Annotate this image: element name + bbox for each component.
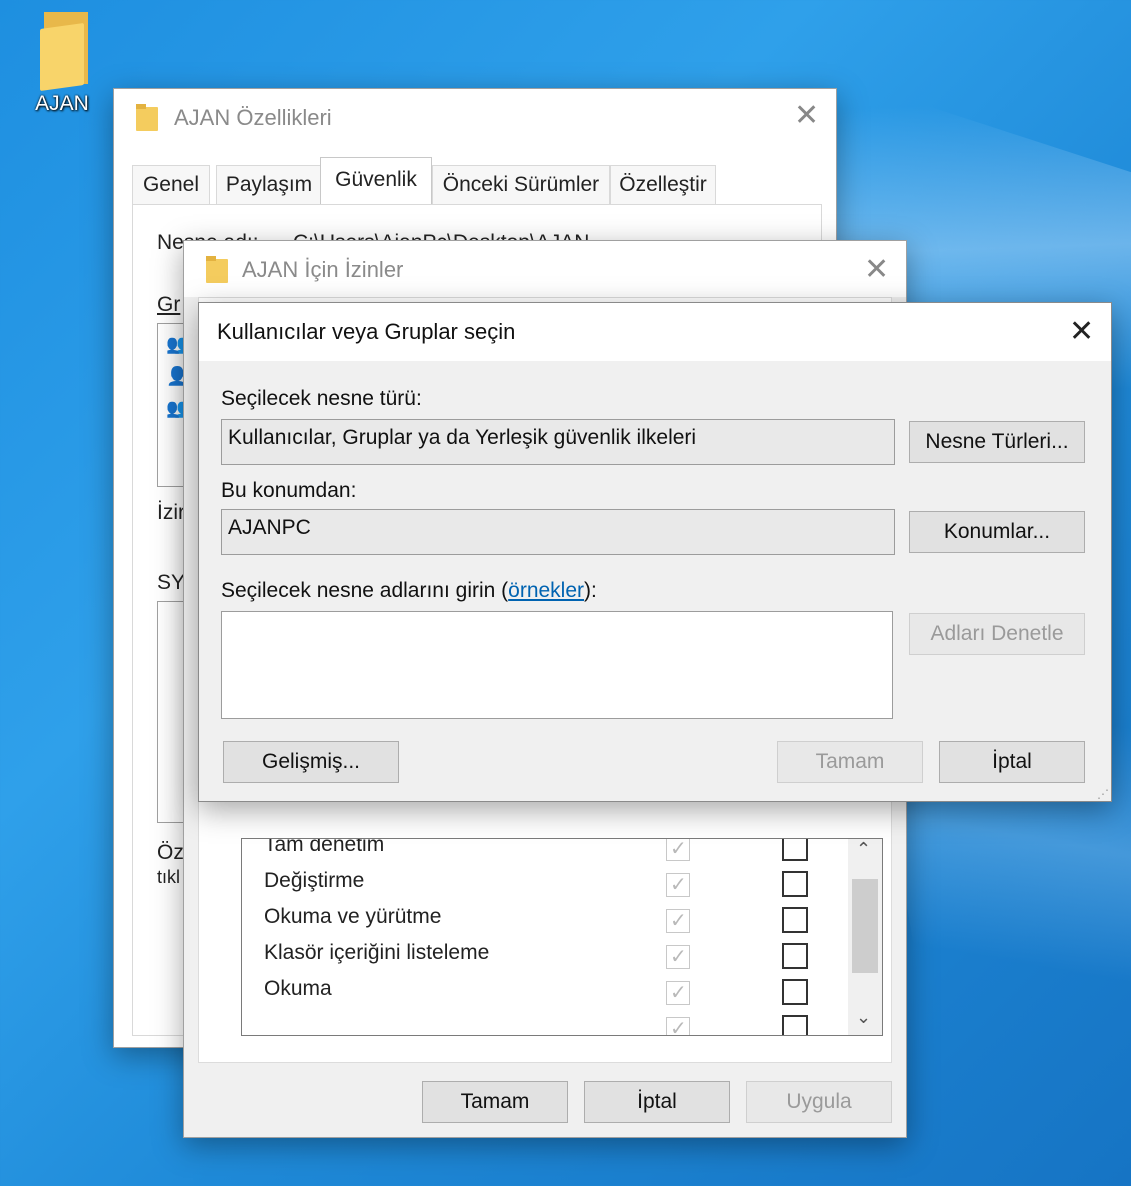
- close-icon[interactable]: ✕: [1069, 317, 1094, 347]
- select-dialog-titlebar[interactable]: Kullanıcılar veya Gruplar seçin ✕: [199, 303, 1111, 361]
- allow-checkbox[interactable]: [666, 980, 690, 1005]
- properties-titlebar[interactable]: AJAN Özellikleri ✕: [114, 89, 836, 143]
- tab-paylasim[interactable]: Paylaşım: [216, 165, 322, 204]
- location-label: Bu konumdan:: [221, 479, 357, 502]
- permission-row: Okuma ve yürütme: [242, 901, 842, 937]
- deny-checkbox[interactable]: [782, 979, 808, 1005]
- allow-checkbox[interactable]: [666, 1016, 690, 1035]
- permission-name: Okuma: [264, 977, 332, 1000]
- allow-checkbox[interactable]: [666, 908, 690, 933]
- select-users-dialog: Kullanıcılar veya Gruplar seçin ✕ Seçile…: [198, 302, 1112, 802]
- permission-row: Klasör içeriğini listeleme: [242, 937, 842, 973]
- permissions-titlebar[interactable]: AJAN İçin İzinler ✕: [184, 241, 906, 297]
- location-field: AJANPC: [221, 509, 895, 555]
- folder-icon: [36, 6, 88, 92]
- deny-checkbox[interactable]: [782, 907, 808, 933]
- groups-label: Gr: [157, 293, 181, 316]
- desktop-folder-icon[interactable]: AJAN: [30, 6, 94, 116]
- object-type-field: Kullanıcılar, Gruplar ya da Yerleşik güv…: [221, 419, 895, 465]
- check-names-button[interactable]: Adları Denetle: [909, 613, 1085, 655]
- select-cancel-button[interactable]: İptal: [939, 741, 1085, 783]
- allow-checkbox[interactable]: [666, 872, 690, 897]
- object-names-label: Seçilecek nesne adlarını girin (örnekler…: [221, 579, 597, 602]
- desktop-icon-label: AJAN: [35, 92, 89, 115]
- close-icon[interactable]: ✕: [794, 101, 819, 131]
- close-icon[interactable]: ✕: [864, 255, 889, 285]
- deny-checkbox[interactable]: [782, 943, 808, 969]
- allow-checkbox[interactable]: [666, 944, 690, 969]
- permission-name: Tam denetim: [264, 838, 385, 856]
- permissions-apply-button[interactable]: Uygula: [746, 1081, 892, 1123]
- permissions-title: AJAN İçin İzinler: [242, 257, 404, 282]
- locations-button[interactable]: Konumlar...: [909, 511, 1085, 553]
- tab-onceki-surumler[interactable]: Önceki Sürümler: [432, 165, 610, 204]
- folder-icon: [136, 104, 158, 131]
- permission-row-partial: [242, 1009, 842, 1035]
- tab-ozellestir[interactable]: Özelleştir: [610, 165, 716, 204]
- deny-checkbox[interactable]: [782, 839, 808, 861]
- advanced-button[interactable]: Gelişmiş...: [223, 741, 399, 783]
- special-permissions-text: Öz: [157, 841, 184, 864]
- select-ok-button[interactable]: Tamam: [777, 741, 923, 783]
- object-types-button[interactable]: Nesne Türleri...: [909, 421, 1085, 463]
- folder-icon: [206, 256, 228, 283]
- deny-checkbox[interactable]: [782, 1015, 808, 1035]
- select-dialog-title: Kullanıcılar veya Gruplar seçin: [217, 319, 516, 344]
- scroll-down-icon[interactable]: ⌄: [856, 1007, 871, 1028]
- permissions-scrollbar[interactable]: ⌃ ⌄: [848, 839, 882, 1035]
- object-names-input[interactable]: [221, 611, 893, 719]
- special-permissions-text-2: tıkl: [157, 867, 181, 887]
- permission-name: Değiştirme: [264, 869, 365, 892]
- allow-checkbox[interactable]: [666, 839, 690, 861]
- deny-checkbox[interactable]: [782, 871, 808, 897]
- resize-grip-icon[interactable]: ⋰: [1097, 788, 1109, 800]
- permissions-ok-button[interactable]: Tamam: [422, 1081, 568, 1123]
- permission-row: Okuma: [242, 973, 842, 1009]
- permissions-list[interactable]: Tam denetim Değiştirme Okuma ve yürütme …: [241, 838, 883, 1036]
- tab-genel[interactable]: Genel: [132, 165, 210, 204]
- object-type-label: Seçilecek nesne türü:: [221, 387, 422, 410]
- examples-link[interactable]: örnekler: [508, 579, 584, 602]
- scroll-thumb[interactable]: [852, 879, 878, 973]
- permission-row: Tam denetim: [242, 838, 842, 865]
- permission-name: Klasör içeriğini listeleme: [264, 941, 490, 964]
- properties-title: AJAN Özellikleri: [174, 105, 332, 130]
- permissions-label: İzir: [157, 501, 185, 524]
- permissions-cancel-button[interactable]: İptal: [584, 1081, 730, 1123]
- system-permissions-label: SY: [157, 571, 186, 594]
- scroll-up-icon[interactable]: ⌃: [856, 839, 871, 860]
- permission-name: Okuma ve yürütme: [264, 905, 442, 928]
- permission-row: Değiştirme: [242, 865, 842, 901]
- tab-guvenlik[interactable]: Güvenlik: [320, 157, 432, 206]
